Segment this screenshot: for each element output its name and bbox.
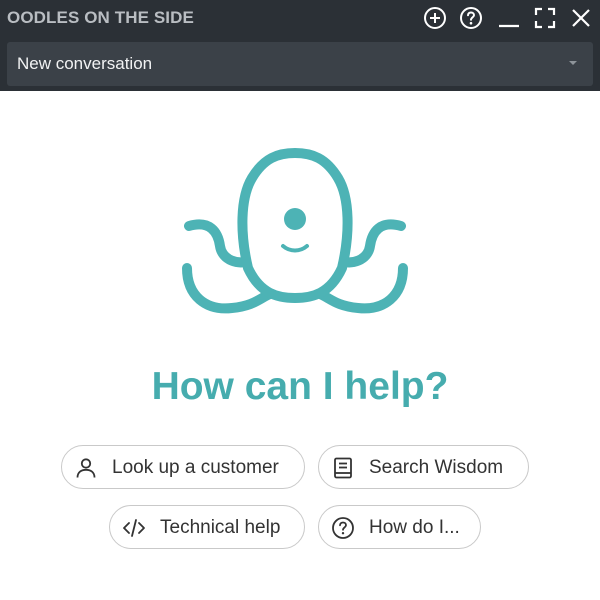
help-button[interactable] — [458, 5, 484, 31]
header-bar: OODLES ON THE SIDE New conversation — [0, 0, 600, 91]
search-wisdom-button[interactable]: Search Wisdom — [318, 445, 529, 489]
book-icon — [331, 456, 355, 480]
chevron-down-icon — [569, 61, 577, 65]
conversation-select-value: New conversation — [17, 54, 153, 73]
how-do-i-button[interactable]: How do I... — [318, 505, 481, 549]
code-icon — [122, 516, 146, 540]
page-heading: How can I help? — [151, 365, 449, 408]
close-button[interactable] — [568, 5, 594, 31]
app-title: OODLES ON THE SIDE — [7, 8, 194, 27]
search-wisdom-label: Search Wisdom — [369, 457, 504, 478]
question-circle-icon — [331, 516, 355, 540]
minimize-button[interactable] — [496, 5, 522, 31]
new-conversation-button[interactable] — [422, 5, 448, 31]
maximize-button[interactable] — [532, 5, 558, 31]
minimize-icon — [497, 6, 521, 30]
plus-circle-icon — [423, 6, 447, 30]
octopus-icon — [180, 148, 410, 323]
technical-help-label: Technical help — [160, 517, 281, 538]
maximize-icon — [533, 6, 557, 30]
how-do-i-label: How do I... — [369, 517, 460, 538]
technical-help-button[interactable]: Technical help — [109, 505, 305, 549]
question-circle-icon — [459, 6, 483, 30]
look-up-customer-button[interactable]: Look up a customer — [61, 445, 305, 489]
person-icon — [74, 456, 98, 480]
side-panel-window: OODLES ON THE SIDE New conversation How … — [0, 0, 600, 600]
look-up-customer-label: Look up a customer — [112, 457, 279, 478]
close-icon — [569, 6, 593, 30]
conversation-select[interactable]: New conversation — [7, 42, 593, 86]
